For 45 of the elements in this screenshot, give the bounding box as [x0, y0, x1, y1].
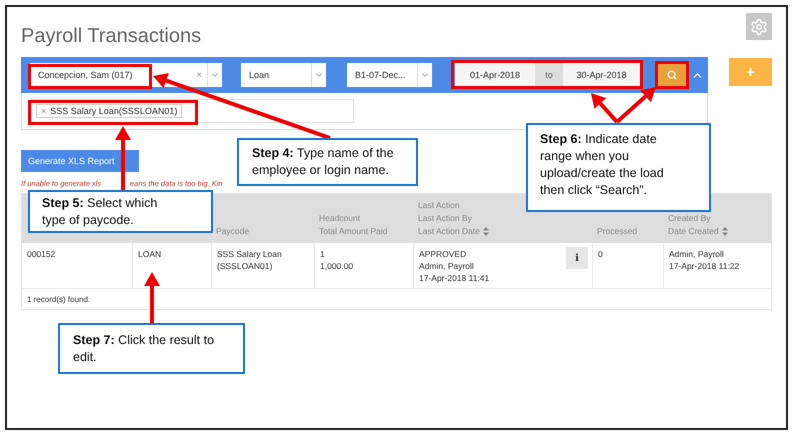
- table-cell: Admin, Payroll: [419, 260, 474, 272]
- type-select[interactable]: Loan: [241, 63, 326, 87]
- column-header: Last Action Date: [418, 225, 480, 238]
- table-cell: 17-Apr-2018 11:41: [419, 272, 490, 284]
- table-cell: SSS Salary Loan: [217, 248, 282, 260]
- column-header: Created By: [668, 212, 711, 225]
- table-cell: 1,000.00: [320, 260, 354, 272]
- settings-icon: [750, 18, 768, 36]
- batch-select[interactable]: B1-07-Dec...: [347, 63, 432, 87]
- search-icon: [667, 70, 677, 80]
- column-header: Date Created: [668, 225, 719, 238]
- search-button[interactable]: [658, 63, 686, 87]
- date-separator: to: [535, 63, 563, 87]
- column-header: Last Action: [418, 199, 460, 212]
- settings-button[interactable]: [746, 13, 772, 40]
- record-count: 1 record(s) found.: [22, 288, 771, 309]
- arrow: [144, 272, 160, 323]
- table-cell: 0: [598, 248, 603, 260]
- callout-text: Step 4: Type name of the employee or login name.: [252, 146, 394, 177]
- paycode-field[interactable]: × SSS Salary Loan(SSSLOAN01): [31, 99, 354, 123]
- callout-text: Step 7: Click the result to edit.: [73, 333, 214, 364]
- page-title: Payroll Transactions: [21, 25, 202, 48]
- table-cell: 1: [320, 248, 325, 260]
- column-header: Processed: [597, 225, 638, 238]
- date-to-field[interactable]: 30-Apr-2018: [563, 63, 640, 87]
- callout-text: Step 5: Select which type of paycode.: [42, 196, 158, 227]
- sort-icon: [722, 227, 728, 236]
- table-cell: 17-Apr-2018 11:22: [669, 260, 740, 272]
- table-cell: LOAN: [138, 248, 162, 260]
- sort-icon: [482, 227, 489, 236]
- highlight-frame: [655, 61, 689, 89]
- column-header: Last Action By: [418, 212, 472, 225]
- table-cell: Admin, Payroll: [669, 248, 724, 260]
- table-cell: APPROVED: [419, 248, 466, 260]
- date-from-field[interactable]: 01-Apr-2018: [455, 63, 535, 87]
- table-cell: 000152: [27, 248, 56, 260]
- callout-text: Step 6: Indicate date range when you upload/create the load then click “Search”.: [540, 132, 664, 197]
- tag-label: SSS Salary Loan(SSSLOAN01): [50, 106, 178, 116]
- arrow: [115, 126, 131, 190]
- column-header: Paycode: [216, 225, 250, 238]
- remove-icon[interactable]: ×: [41, 106, 46, 116]
- column-header: Total Amount Paid: [319, 225, 388, 238]
- info-button[interactable]: i: [566, 247, 588, 269]
- column-header: Headcount: [319, 212, 360, 225]
- table-cell: (SSSLOAN01): [217, 260, 272, 272]
